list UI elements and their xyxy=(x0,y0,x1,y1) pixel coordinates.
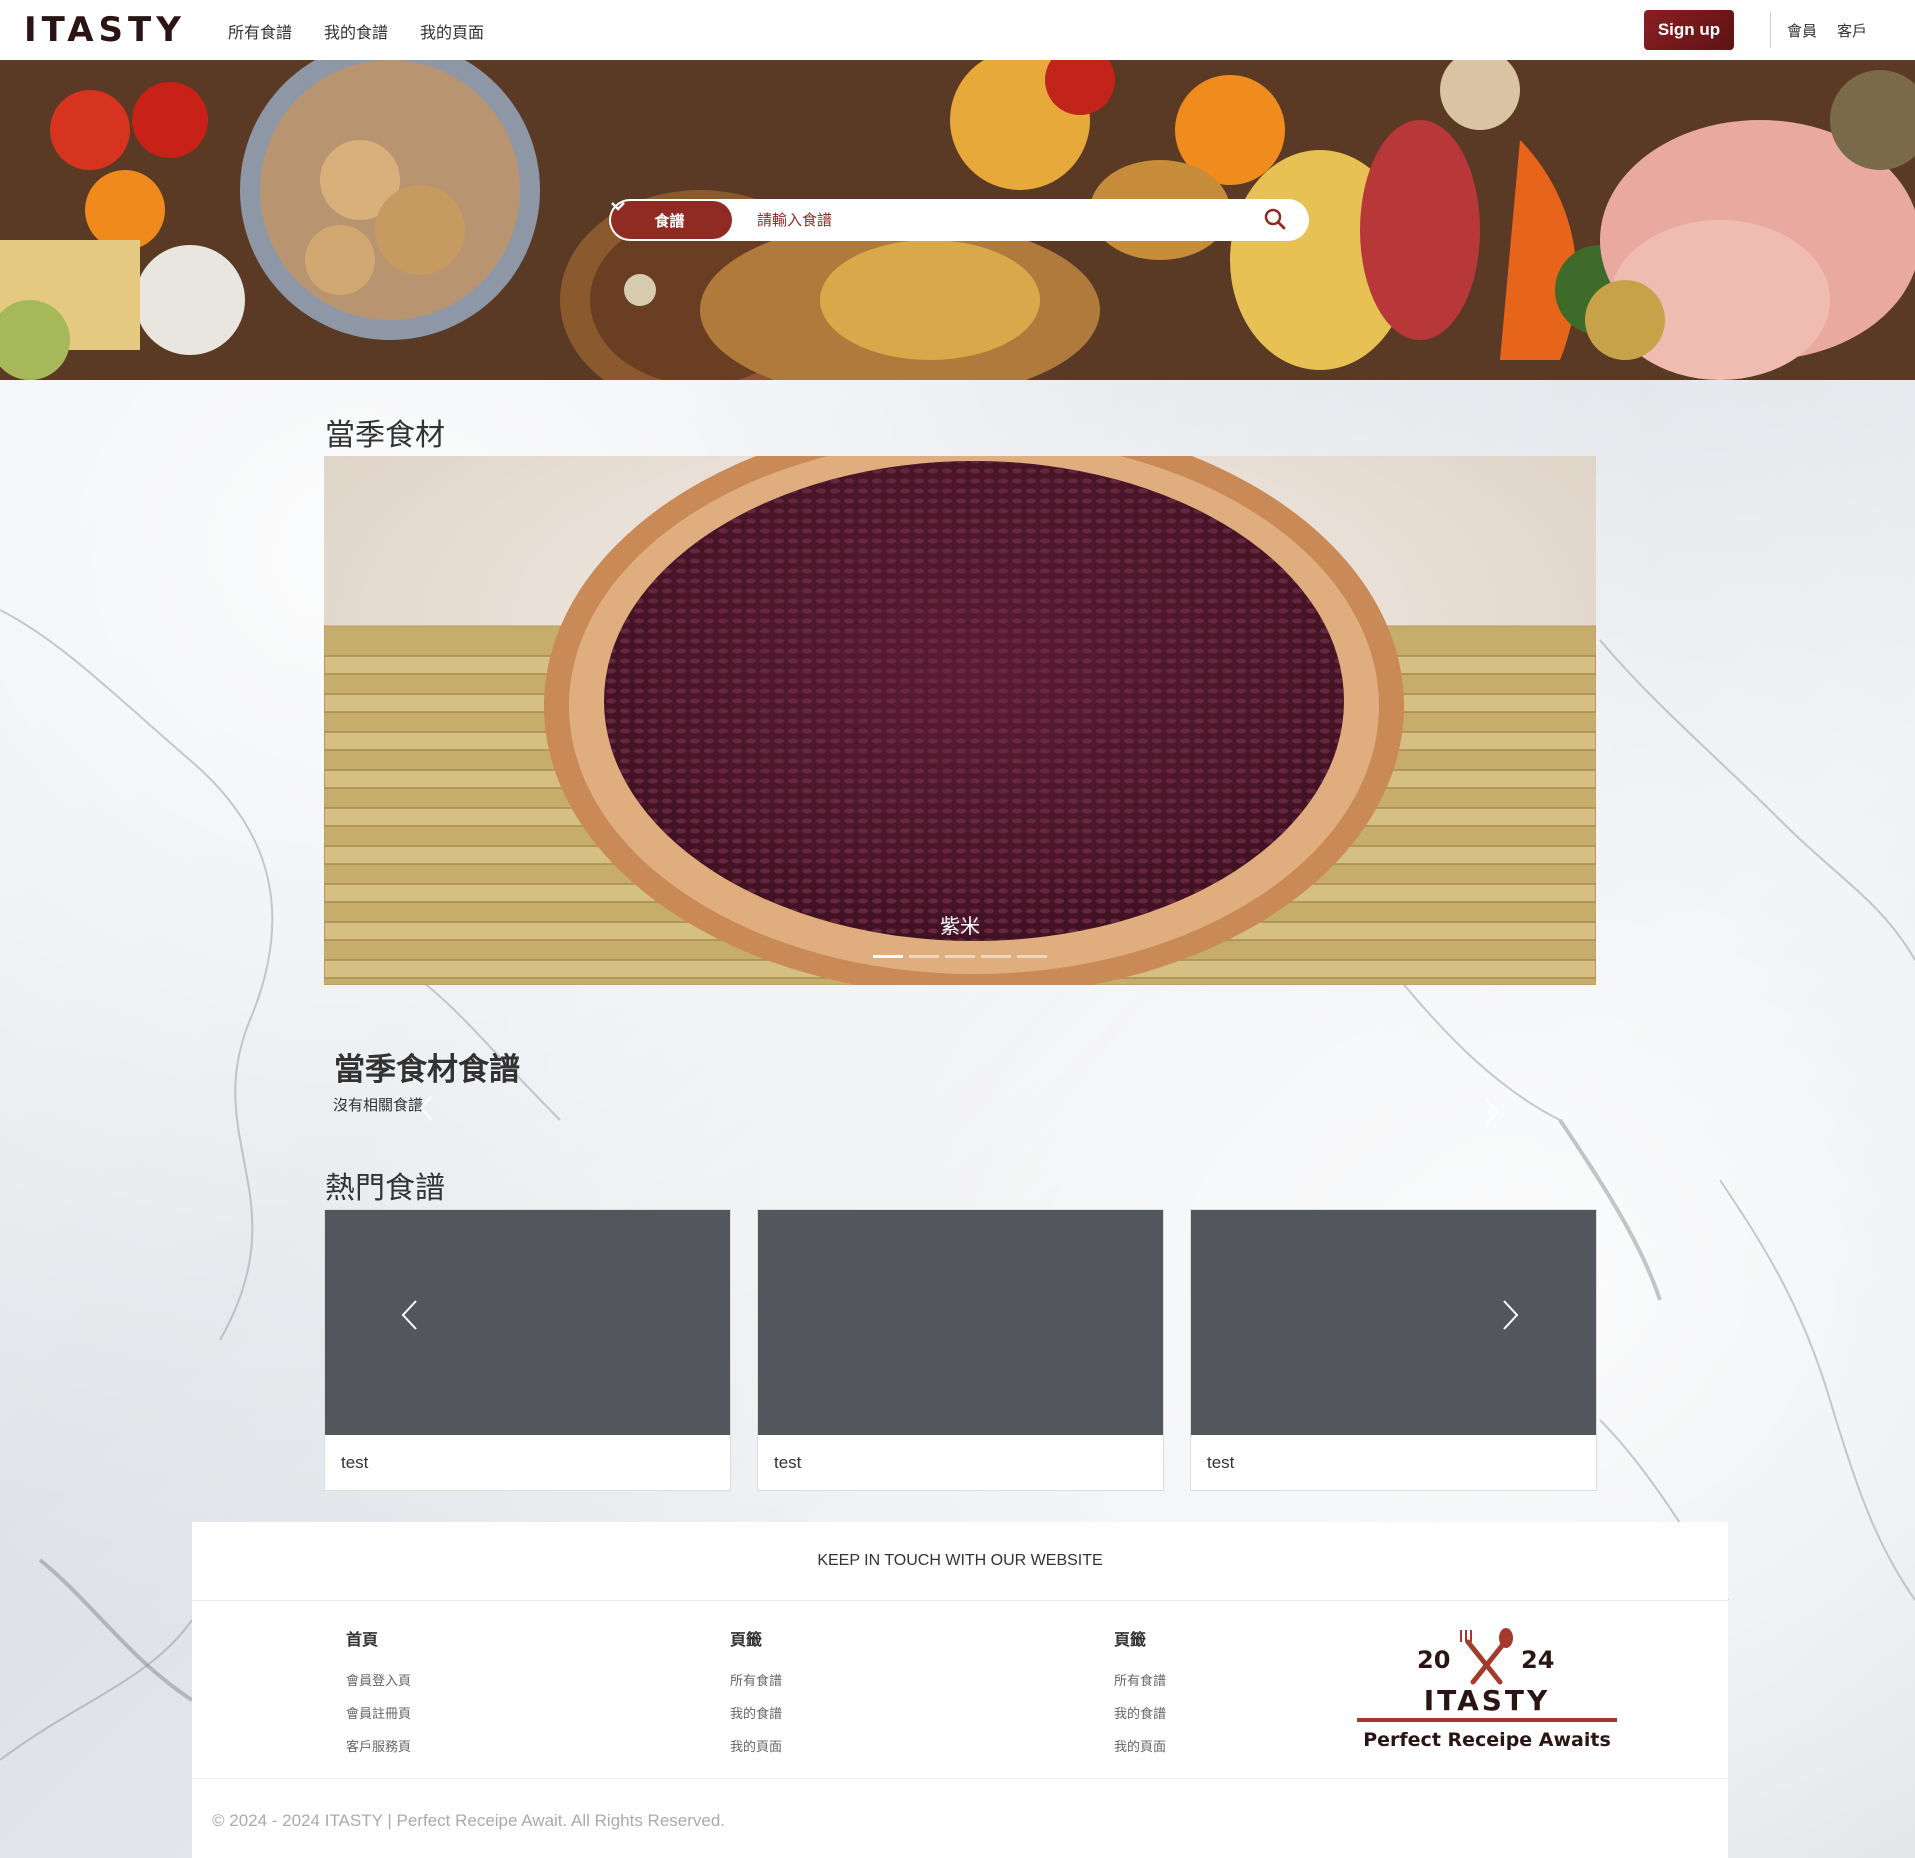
footer-link[interactable]: 客戶服務頁 xyxy=(346,1736,411,1755)
carousel-indicator[interactable] xyxy=(909,955,939,958)
search-category-label: 食譜 xyxy=(654,211,685,230)
footer-column-title: 頁籤 xyxy=(1114,1630,1147,1649)
popular-cards: test test test xyxy=(324,1209,1597,1491)
hero-banner: 食譜 xyxy=(0,60,1915,380)
search-category-dropdown[interactable]: 食譜 xyxy=(611,201,732,239)
recipe-card-image xyxy=(1191,1210,1596,1435)
seasonal-recipes-title: 當季食材食譜 xyxy=(334,1052,520,1088)
copyright-text: © 2024 - 2024 ITASTY | Perfect Receipe A… xyxy=(212,1811,726,1830)
footer-link[interactable]: 我的食譜 xyxy=(730,1703,782,1722)
cards-next-icon[interactable] xyxy=(1502,1296,1520,1340)
search-input[interactable] xyxy=(757,207,1237,233)
carousel-indicator[interactable] xyxy=(981,955,1011,958)
fork-spoon-icon xyxy=(1460,1628,1513,1685)
footer-link[interactable]: 會員註冊頁 xyxy=(346,1703,411,1722)
footer-link[interactable]: 我的頁面 xyxy=(1114,1736,1166,1755)
purple-rice-image xyxy=(324,456,1596,985)
seasonal-title: 當季食材 xyxy=(325,418,445,453)
recipe-card-title: test xyxy=(1207,1453,1235,1472)
footer-column-tabs: 頁籤 所有食譜 我的食譜 我的頁面 xyxy=(730,1626,782,1769)
footer-link[interactable]: 會員登入頁 xyxy=(346,1670,411,1689)
footer-link[interactable]: 所有食譜 xyxy=(1114,1670,1166,1689)
site-footer: KEEP IN TOUCH WITH OUR WEBSITE 首頁 會員登入頁 … xyxy=(192,1522,1728,1858)
footer-logo: 20 24 ITASTY Perfect Receipe Awaits xyxy=(1355,1622,1620,1762)
nav-my-recipes[interactable]: 我的食譜 xyxy=(324,19,388,43)
footer-link[interactable]: 所有食譜 xyxy=(730,1670,782,1689)
cards-prev-icon[interactable] xyxy=(400,1296,418,1340)
footer-heading: KEEP IN TOUCH WITH OUR WEBSITE xyxy=(192,1522,1728,1601)
nav-all-recipes[interactable]: 所有食譜 xyxy=(228,19,292,43)
nav-member[interactable]: 會員 xyxy=(1787,20,1817,41)
carousel-indicator[interactable] xyxy=(1017,955,1047,958)
brand-logo[interactable]: ITASTY xyxy=(24,10,186,50)
recipe-card-image xyxy=(758,1210,1163,1435)
footer-bottom: © 2024 - 2024 ITASTY | Perfect Receipe A… xyxy=(192,1778,1728,1858)
nav-customer[interactable]: 客戶 xyxy=(1837,20,1867,41)
footer-link[interactable]: 我的食譜 xyxy=(1114,1703,1166,1722)
signup-button[interactable]: Sign up xyxy=(1644,10,1734,50)
nav-divider xyxy=(1770,12,1771,48)
top-navbar: ITASTY 所有食譜 我的食譜 我的頁面 Sign up 會員 客戶 xyxy=(0,0,1915,60)
recipe-card-title: test xyxy=(774,1453,802,1472)
account-nav: 會員 客戶 xyxy=(1787,20,1867,41)
main-nav: 所有食譜 我的食譜 我的頁面 xyxy=(228,19,484,43)
carousel-indicators xyxy=(873,955,1047,958)
recipe-card[interactable]: test xyxy=(324,1209,731,1491)
recipe-card-image xyxy=(325,1210,730,1435)
footer-column-title: 首頁 xyxy=(346,1630,379,1649)
recipe-card[interactable]: test xyxy=(1190,1209,1597,1491)
footer-link[interactable]: 我的頁面 xyxy=(730,1736,782,1755)
chevron-left-icon[interactable] xyxy=(418,1094,434,1129)
logo-year-right: 24 xyxy=(1521,1646,1554,1674)
slide-caption: 紫米 xyxy=(940,914,980,938)
footer-column-tabs-2: 頁籤 所有食譜 我的食譜 我的頁面 xyxy=(1114,1626,1166,1769)
logo-name: ITASTY xyxy=(1424,1684,1551,1717)
search-icon[interactable] xyxy=(1263,207,1289,233)
chevron-right-icon[interactable] xyxy=(1485,1098,1501,1133)
recipe-card-title: test xyxy=(341,1453,369,1472)
footer-column-home: 首頁 會員登入頁 會員註冊頁 客戶服務頁 xyxy=(346,1626,411,1769)
footer-column-title: 頁籤 xyxy=(730,1630,763,1649)
search-bar: 食譜 xyxy=(609,199,1309,241)
logo-tagline: Perfect Receipe Awaits xyxy=(1363,1729,1611,1751)
carousel-indicator[interactable] xyxy=(945,955,975,958)
seasonal-carousel[interactable]: 紫米 xyxy=(324,456,1596,985)
recipe-card[interactable]: test xyxy=(757,1209,1164,1491)
nav-my-page[interactable]: 我的頁面 xyxy=(420,19,484,43)
logo-year-left: 20 xyxy=(1417,1646,1450,1674)
carousel-indicator[interactable] xyxy=(873,955,903,958)
popular-title: 熱門食譜 xyxy=(325,1171,445,1206)
empty-recipes-text: 沒有相關食譜 xyxy=(333,1096,424,1114)
